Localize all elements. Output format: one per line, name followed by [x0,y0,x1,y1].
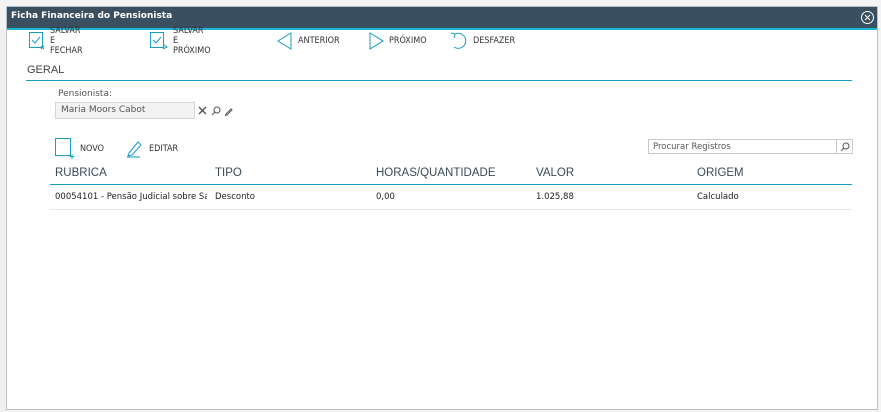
check-icon [29,32,45,50]
table-header: RUBRICA TIPO HORAS/QUANTIDADE VALOR ORIG… [50,165,852,185]
table-row[interactable]: 00054101 - Pensão Judicial sobre Sa... D… [50,185,852,210]
check-icon [150,32,168,50]
previous-button[interactable]: ANTERIOR [277,30,340,52]
arrow-right-icon [369,32,384,50]
undo-icon [450,32,467,49]
pensioner-lookup: Maria Moors Cabot [55,102,237,119]
column-header-rubrica[interactable]: RUBRICA [55,167,207,179]
pencil-icon [127,141,142,158]
next-label: PRÓXIMO [389,36,427,46]
column-header-tipo[interactable]: TIPO [215,167,242,179]
cell-horas: 0,00 [376,192,395,202]
previous-label: ANTERIOR [298,36,340,46]
section-divider [26,80,852,81]
edit-label: EDITAR [149,144,179,154]
save-close-label: SALVAR E FECHAR [50,26,83,56]
column-header-valor[interactable]: VALOR [536,167,574,179]
undo-label: DESFAZER [473,36,516,46]
save-next-button[interactable]: SALVAR E PRÓXIMO [150,26,211,56]
new-button[interactable]: NOVO [55,138,104,160]
new-label: NOVO [80,144,105,154]
pensioner-field[interactable]: Maria Moors Cabot [55,102,195,119]
arrow-left-icon [277,32,292,50]
records-table: RUBRICA TIPO HORAS/QUANTIDADE VALOR ORIG… [50,165,852,210]
cell-tipo: Desconto [215,192,255,202]
pensioner-label: Pensionista: [58,89,113,99]
search-icon [840,142,849,151]
app-background: Ficha Financeira do Pensionista SALVAR E… [0,0,881,412]
cell-origem: Calculado [697,192,739,202]
dialog-titlebar: Ficha Financeira do Pensionista [7,7,877,30]
add-icon [55,138,75,159]
search-icon [211,106,220,115]
cell-rubrica: 00054101 - Pensão Judicial sobre Sa... [55,192,207,202]
save-close-button[interactable]: SALVAR E FECHAR [29,26,83,56]
close-icon[interactable] [860,10,875,25]
search-button[interactable] [836,140,852,153]
dialog-title: Ficha Financeira do Pensionista [11,11,173,21]
undo-button[interactable]: DESFAZER [450,30,515,52]
column-header-origem[interactable]: ORIGEM [697,167,744,179]
lookup-edit-button[interactable] [222,102,235,119]
edit-button[interactable]: EDITAR [126,138,178,160]
next-button[interactable]: PRÓXIMO [368,30,427,52]
column-header-horas[interactable]: HORAS/QUANTIDADE [376,167,496,179]
cell-valor: 1.025,88 [536,192,574,202]
lookup-search-button[interactable] [209,102,222,119]
search-input[interactable] [649,140,838,153]
search-box [648,139,853,154]
section-title: GERAL [27,64,65,76]
clear-icon [198,106,207,115]
pencil-icon [224,107,233,116]
clear-button[interactable] [196,102,209,119]
save-next-label: SALVAR E PRÓXIMO [173,26,211,56]
